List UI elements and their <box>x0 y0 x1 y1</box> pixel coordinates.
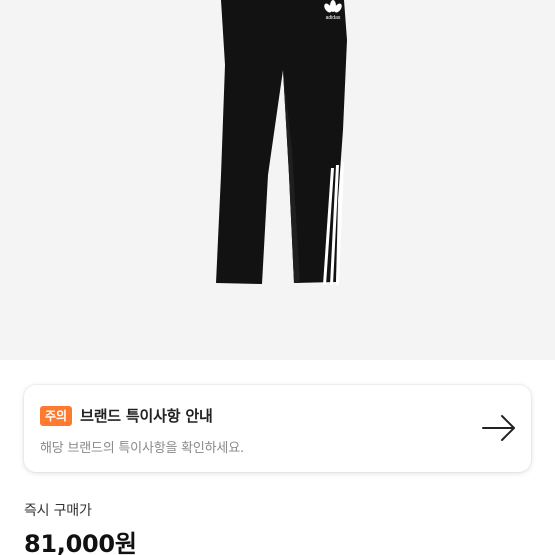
brand-notice-card[interactable]: 주의 브랜드 특이사항 안내 해당 브랜드의 특이사항을 확인하세요. <box>24 385 531 472</box>
notice-title: 브랜드 특이사항 안내 <box>80 407 213 425</box>
price-value: 81,000원 <box>24 530 137 555</box>
logo-text: adidas <box>326 15 341 21</box>
price-label: 즉시 구매가 <box>24 503 92 519</box>
arrow-right-icon[interactable] <box>481 413 517 443</box>
notice-description: 해당 브랜드의 특이사항을 확인하세요. <box>40 441 244 456</box>
caution-badge: 주의 <box>40 405 73 426</box>
track-pants-photo: adidas <box>216 0 347 285</box>
product-image[interactable]: adidas <box>0 0 555 360</box>
